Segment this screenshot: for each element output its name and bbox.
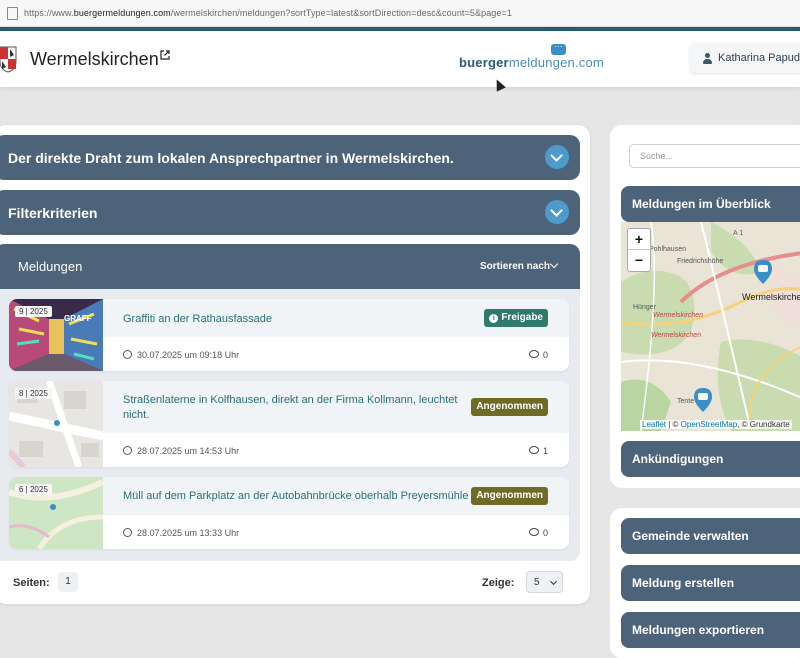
date-badge: 8 | 2025 [15, 388, 52, 399]
clock-icon [123, 446, 132, 455]
meldung-title[interactable]: Straßenlaterne in Kolfhausen, direkt an … [123, 393, 473, 423]
map-label: Tente [677, 398, 695, 405]
user-icon [703, 52, 712, 64]
map-label: Pohlhausen [649, 246, 686, 253]
user-name: Katharina Papudi [718, 52, 800, 64]
date-badge: 6 | 2025 [15, 484, 52, 495]
clock-icon [123, 350, 132, 359]
comment-icon [528, 528, 539, 536]
chevron-down-icon[interactable] [545, 200, 569, 224]
chevron-down-icon[interactable] [545, 145, 569, 169]
meldung-card[interactable]: 6 | 2025 Müll auf dem Parkplatz an der A… [9, 477, 569, 549]
meldung-title[interactable]: Graffiti an der Rathausfassade [123, 312, 272, 327]
page-button[interactable]: 1 [58, 572, 78, 592]
meldungen-title: Meldungen [18, 259, 83, 274]
comment-count: 0 [528, 350, 548, 360]
user-menu[interactable]: Katharina Papudi [690, 43, 800, 73]
date-badge: 9 | 2025 [15, 306, 52, 317]
overview-heading: Meldungen im Überblick [621, 186, 800, 222]
map-label: Wermelskirchen [742, 292, 800, 302]
count-select[interactable]: 5 [526, 571, 563, 593]
show-label: Zeige: [482, 577, 515, 589]
map-attribution: Leaflet | © OpenStreetMap, © Grundkarte [640, 420, 792, 429]
comment-icon [528, 350, 539, 358]
leaflet-link[interactable]: Leaflet [642, 420, 666, 429]
pages-label: Seiten: [13, 577, 50, 589]
accordion-draht-label: Der direkte Draht zum lokalen Ansprechpa… [8, 149, 454, 166]
town-name[interactable]: Wermelskirchen [30, 49, 159, 70]
svg-text:GRAFF: GRAFF [64, 314, 92, 323]
map-label: A 1 [733, 230, 744, 237]
town-crest-icon [0, 46, 17, 73]
accordion-filter-label: Filterkriterien [8, 204, 98, 221]
manage-button[interactable]: Gemeinde verwalten [621, 518, 800, 554]
accordion-draht[interactable]: Der direkte Draht zum lokalen Ansprechpa… [0, 135, 580, 180]
clock-icon [123, 528, 132, 537]
export-button[interactable]: Meldungen exportieren [621, 612, 800, 648]
meldungen-header: Meldungen Sortieren nach [0, 244, 580, 289]
map-label: Hünger [633, 304, 656, 311]
chat-bubble-icon: ··· [551, 43, 566, 55]
brand-logo[interactable]: buergermeldungen.com [459, 55, 604, 70]
map-label: Wermelskirchen [651, 332, 702, 339]
meldung-meta: 30.07.2025 um 09:18 Uhr [123, 350, 239, 360]
map-marker-icon[interactable] [754, 260, 772, 284]
accordion-filter[interactable]: Filterkriterien [0, 190, 580, 235]
external-link-icon[interactable] [160, 50, 170, 63]
page-icon [7, 6, 18, 20]
zoom-control: + − [627, 228, 651, 272]
url-text: https://www.buergermeldungen.com/wermels… [24, 8, 512, 18]
announcements-heading[interactable]: Ankündigungen [621, 441, 800, 477]
status-badge: Angenommen [471, 398, 548, 416]
osm-link[interactable]: OpenStreetMap [681, 420, 737, 429]
comment-count: 1 [528, 446, 548, 456]
search-input[interactable]: Suche... [629, 144, 800, 168]
sort-chevron-icon[interactable] [549, 259, 559, 269]
meldung-meta: 28.07.2025 um 13:33 Uhr [123, 528, 239, 538]
comment-count: 0 [528, 528, 548, 538]
site-header: Wermelskirchen buergermeldungen.com ··· … [0, 31, 800, 87]
sort-button[interactable]: Sortieren nach [480, 261, 550, 272]
map-marker-icon[interactable] [694, 388, 712, 412]
zoom-out-button[interactable]: − [628, 249, 650, 270]
comment-icon [528, 446, 539, 454]
status-badge: i Freigabe [484, 309, 548, 327]
status-badge: Angenommen [471, 487, 548, 505]
meldung-card[interactable]: 8 | 2025 Straßenlaterne in Kolfhausen, d… [9, 381, 569, 467]
zoom-in-button[interactable]: + [628, 229, 650, 249]
address-bar[interactable]: https://www.buergermeldungen.com/wermels… [0, 0, 800, 27]
map-label: Friedrichshöhe [677, 258, 724, 265]
info-icon: i [489, 314, 499, 323]
map-label: Wermelskirchen [653, 312, 704, 319]
create-report-button[interactable]: Meldung erstellen [621, 565, 800, 601]
meldung-title[interactable]: Müll auf dem Parkplatz an der Autobahnbr… [123, 489, 468, 504]
meldung-meta: 28.07.2025 um 14:53 Uhr [123, 446, 239, 456]
meldungen-list: Meldungen Sortieren nach GRAFF 9 | 2025 … [0, 244, 580, 561]
meldung-card[interactable]: GRAFF 9 | 2025 Graffiti an der Rathausfa… [9, 299, 569, 371]
